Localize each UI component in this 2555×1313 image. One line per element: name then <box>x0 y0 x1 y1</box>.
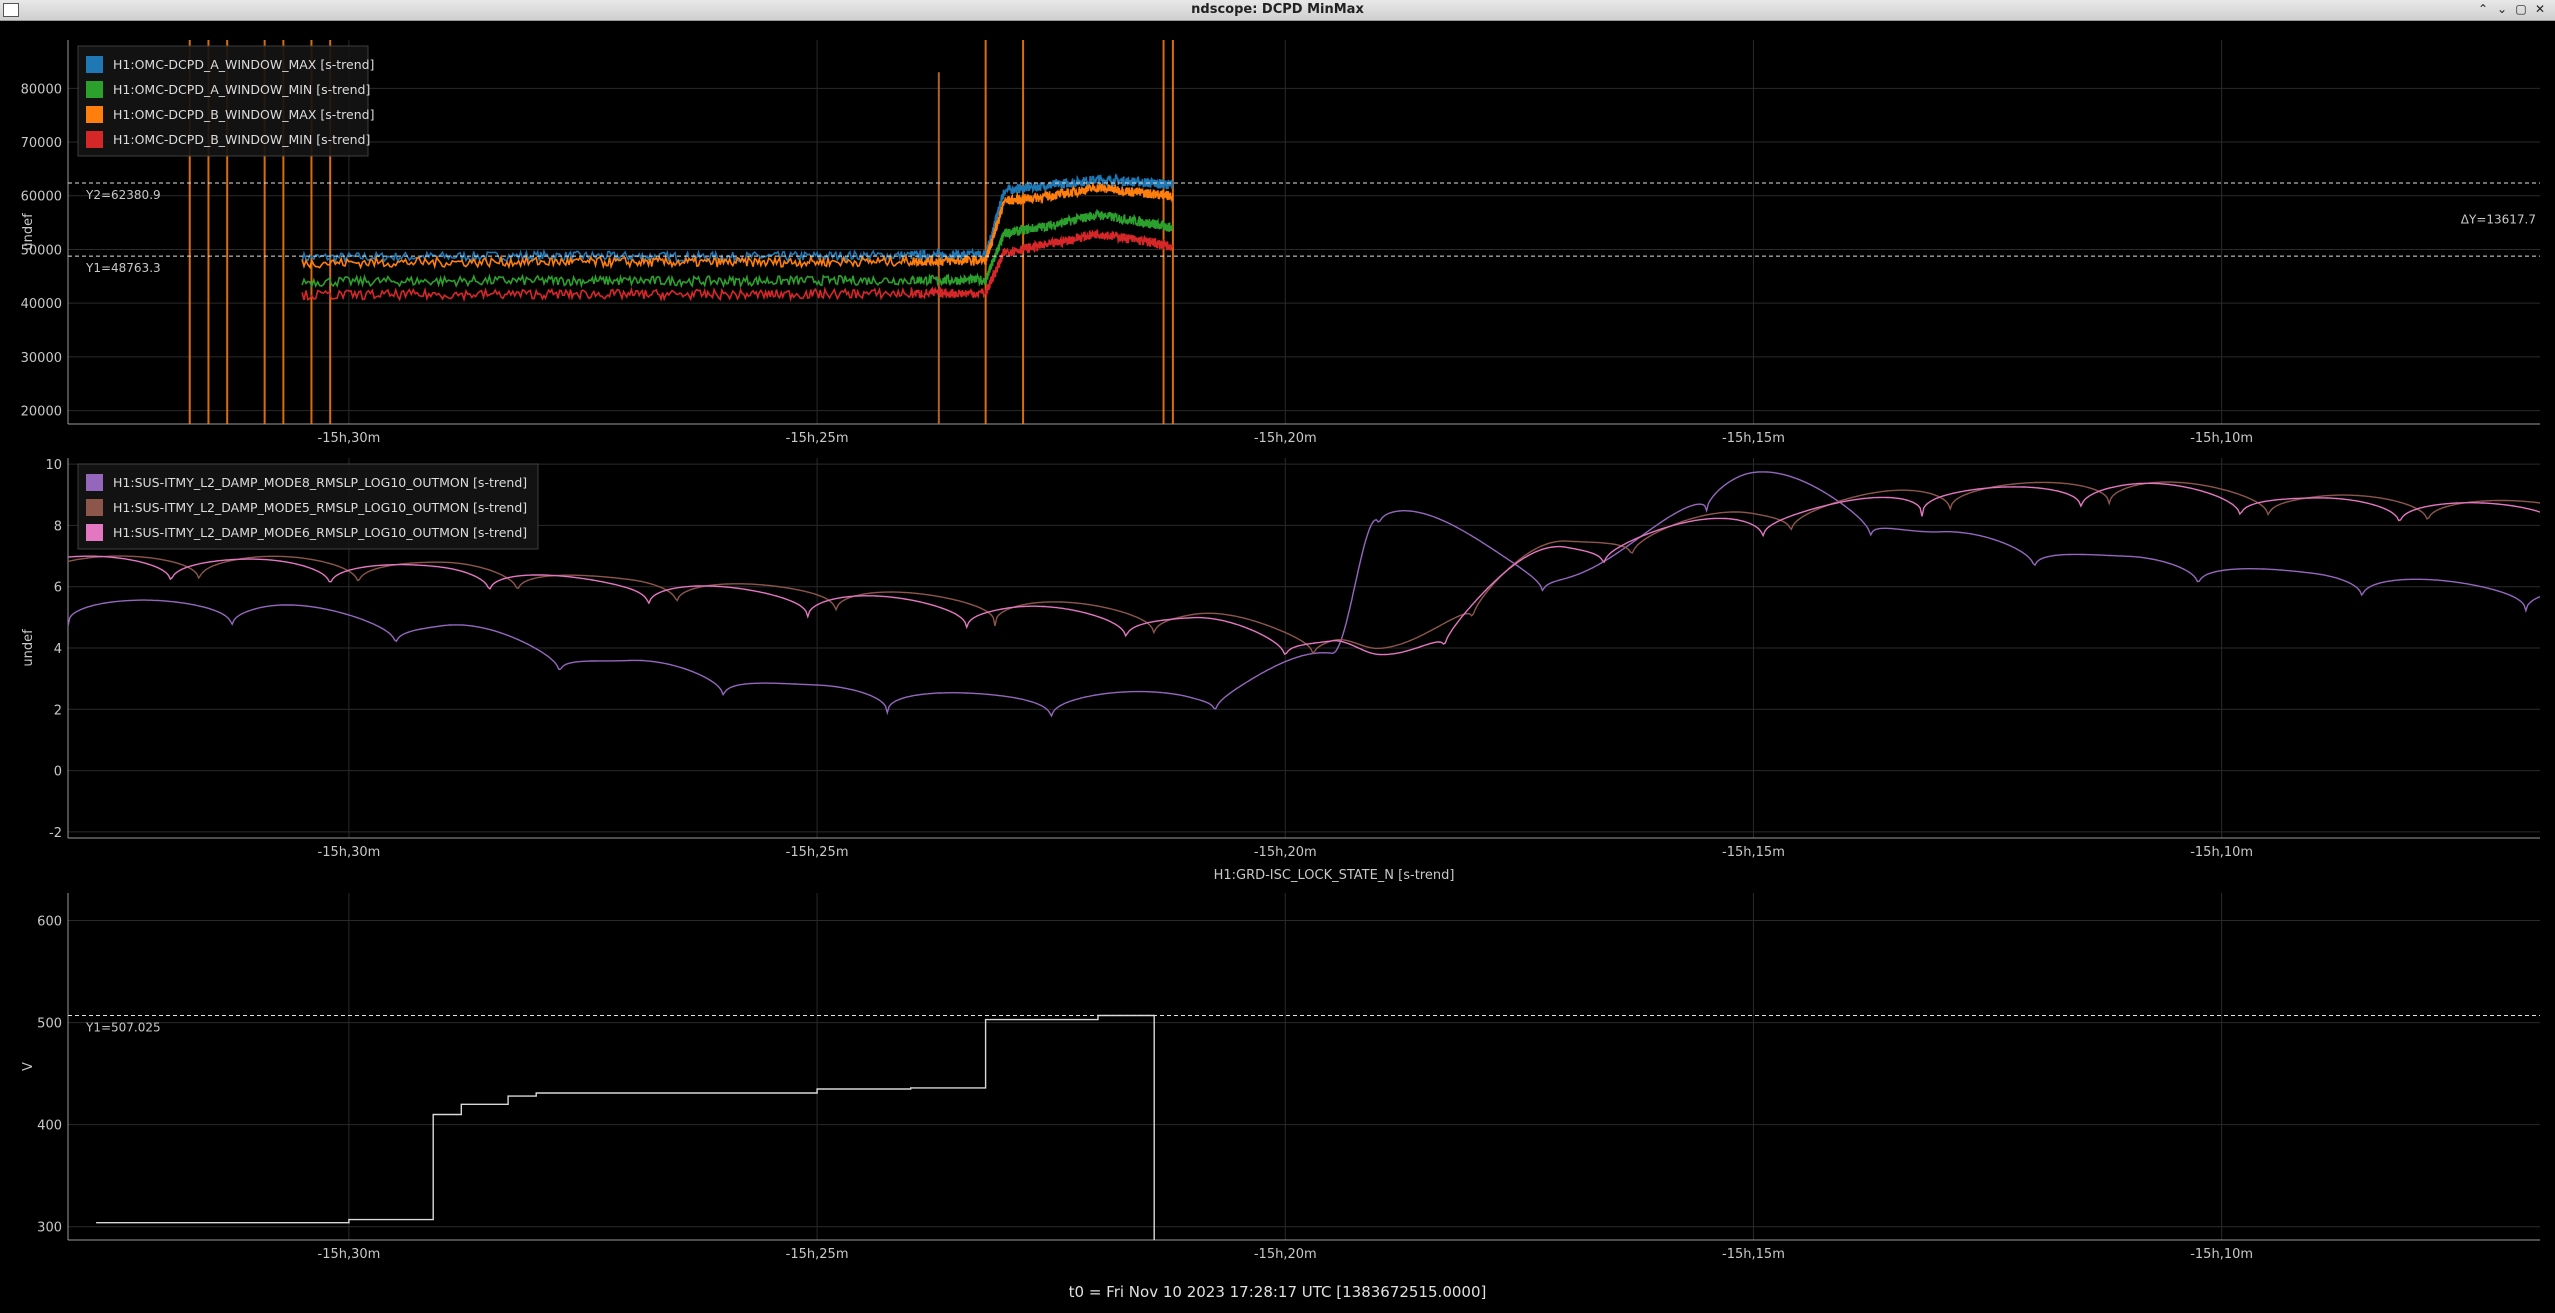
y-tick-label: 6 <box>54 581 62 596</box>
legend-label: H1:OMC-DCPD_B_WINDOW_MIN [s-trend] <box>113 132 370 147</box>
y-cursor-label: Y2=62380.9 <box>85 188 161 202</box>
y-axis-label: undef <box>21 629 36 667</box>
legend-label: H1:SUS-ITMY_L2_DAMP_MODE5_RMSLP_LOG10_OU… <box>113 500 527 515</box>
legend-label: H1:OMC-DCPD_B_WINDOW_MAX [s-trend] <box>113 107 374 122</box>
x-tick-label: -15h,25m <box>786 1247 849 1262</box>
ndscope-plots[interactable]: 20000300004000050000600007000080000-15h,… <box>0 0 2555 1313</box>
y-tick-label: 70000 <box>21 136 62 151</box>
x-tick-label: -15h,20m <box>1254 431 1317 446</box>
x-tick-label: -15h,10m <box>2190 1247 2253 1262</box>
legend-label: H1:SUS-ITMY_L2_DAMP_MODE6_RMSLP_LOG10_OU… <box>113 525 527 540</box>
plot-2[interactable]: -2 0 2 4 6 8 10 -15h,30m -15h,25m -15h,20m -15h,15… <box>21 458 2540 860</box>
y-tick-label: 20000 <box>21 405 62 420</box>
y-tick-label: 300 <box>37 1221 62 1236</box>
y-tick-label: 40000 <box>21 297 62 312</box>
y-axis-label: undef <box>21 213 36 251</box>
x-tick-label: -15h,30m <box>318 1247 381 1262</box>
plot-3[interactable]: 300 400 500 600 -15h,30m -15h,25m -15h,20m -15h… <box>21 868 2540 1262</box>
y-tick-label: 0 <box>54 765 62 780</box>
legend-swatch <box>86 131 103 148</box>
plot-title: H1:GRD-ISC_LOCK_STATE_N [s-trend] <box>1214 868 1455 883</box>
x-tick-label: -15h,15m <box>1722 1247 1785 1262</box>
legend-swatch <box>86 56 103 73</box>
y-tick-label: 400 <box>37 1119 62 1134</box>
x-tick-label: -15h,15m <box>1722 845 1785 860</box>
y-tick-label: 500 <box>37 1017 62 1032</box>
y-tick-label: -2 <box>49 826 62 841</box>
y-axis-label: V <box>21 1062 36 1071</box>
x-tick-label: -15h,25m <box>786 845 849 860</box>
legend-label: H1:SUS-ITMY_L2_DAMP_MODE8_RMSLP_LOG10_OU… <box>113 475 527 490</box>
legend: H1:SUS-ITMY_L2_DAMP_MODE8_RMSLP_LOG10_OU… <box>77 463 539 550</box>
y-tick-label: 4 <box>54 642 62 657</box>
legend-swatch <box>86 81 103 98</box>
legend-swatch <box>86 499 103 516</box>
y-cursor-label: Y1=48763.3 <box>85 261 161 275</box>
legend-label: H1:OMC-DCPD_A_WINDOW_MIN [s-trend] <box>113 82 370 97</box>
y-tick-label: 80000 <box>21 82 62 97</box>
legend-swatch <box>86 106 103 123</box>
x-tick-label: -15h,20m <box>1254 845 1317 860</box>
legend: H1:OMC-DCPD_A_WINDOW_MAX [s-trend] H1:OMC… <box>77 45 374 157</box>
x-tick-label: -15h,30m <box>318 845 381 860</box>
x-tick-label: -15h,10m <box>2190 431 2253 446</box>
y-tick-label: 10 <box>45 458 62 473</box>
legend-label: H1:OMC-DCPD_A_WINDOW_MAX [s-trend] <box>113 57 374 72</box>
x-tick-label: -15h,30m <box>318 431 381 446</box>
y-tick-label: 60000 <box>21 190 62 205</box>
x-tick-label: -15h,10m <box>2190 845 2253 860</box>
t0-label: t0 = Fri Nov 10 2023 17:28:17 UTC [13836… <box>1068 1283 1487 1301</box>
delta-y-label: ΔY=13617.7 <box>2461 213 2536 227</box>
legend-swatch <box>86 474 103 491</box>
plot-1[interactable]: 20000300004000050000600007000080000-15h,… <box>21 40 2540 446</box>
series-3-line <box>301 229 1173 303</box>
series-line <box>96 1014 1155 1240</box>
x-tick-label: -15h,15m <box>1722 431 1785 446</box>
y-tick-label: 8 <box>54 519 62 534</box>
x-tick-label: -15h,25m <box>786 431 849 446</box>
y-tick-label: 2 <box>54 703 62 718</box>
series-1-line <box>301 209 1174 289</box>
y-tick-label: 600 <box>37 915 62 930</box>
plot-area <box>96 1014 1155 1240</box>
x-tick-label: -15h,20m <box>1254 1247 1317 1262</box>
legend-swatch <box>86 524 103 541</box>
y-cursor-label: Y1=507.025 <box>85 1020 161 1034</box>
y-tick-label: 30000 <box>21 351 62 366</box>
